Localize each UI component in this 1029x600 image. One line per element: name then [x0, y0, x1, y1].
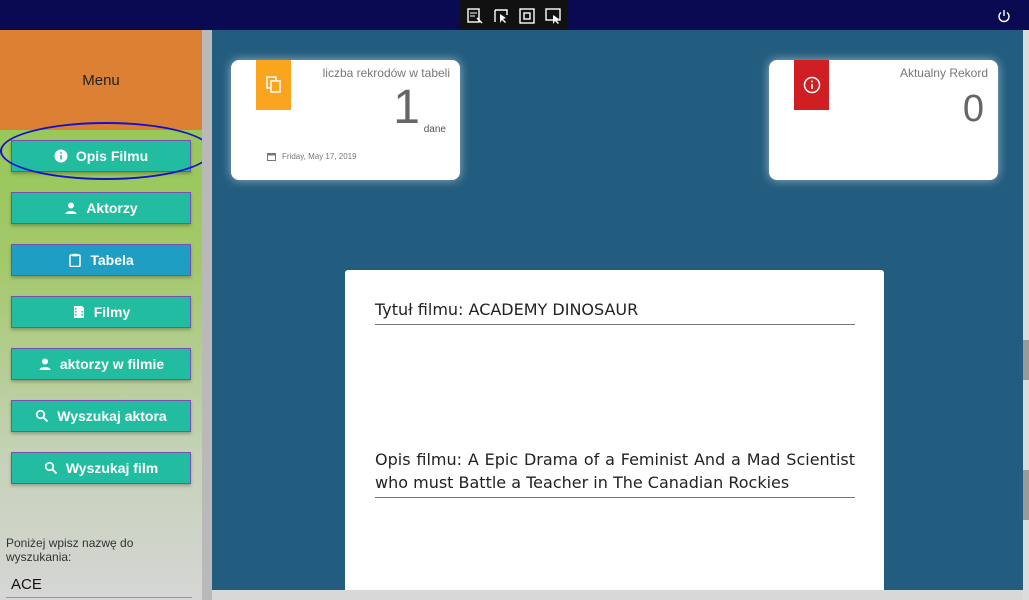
copy-icon [256, 60, 291, 110]
wyszukaj-aktora-label: Wyszukaj aktora [57, 408, 167, 424]
film-icon [73, 306, 84, 318]
aktorzy-button[interactable]: Aktorzy [11, 192, 191, 224]
film-description-field: Opis filmu: A Epic Drama of a Feminist A… [375, 448, 855, 498]
info-icon [794, 60, 829, 110]
clipboard-icon [69, 253, 82, 267]
date-text: Friday, May 17, 2019 [282, 152, 357, 161]
wyszukaj-aktora-button[interactable]: Wyszukaj aktora [11, 400, 191, 432]
person-icon [39, 358, 51, 370]
search-icon [36, 409, 49, 423]
opis-filmu-label: Opis Filmu [75, 148, 149, 164]
film-details-panel: Tytuł filmu: ACADEMY DINOSAUR Opis filmu… [345, 270, 884, 600]
pointer-select-icon[interactable] [491, 6, 511, 26]
search-input[interactable] [6, 572, 192, 598]
menu-title: Menu [82, 71, 120, 89]
horizontal-scrollbar[interactable] [212, 590, 1023, 600]
tabela-label: Tabela [90, 252, 134, 268]
record-count-value: 1 [393, 81, 420, 134]
select-window-icon[interactable] [465, 6, 485, 26]
scroll-marker [1023, 340, 1029, 380]
scroll-marker [1023, 470, 1029, 520]
sidebar: Menu Opis Filmu Aktorzy Tabela Filmy akt… [0, 30, 212, 600]
aktorzy-w-filmie-label: aktorzy w filmie [59, 356, 165, 372]
wyszukaj-film-label: Wyszukaj film [65, 460, 159, 476]
info-icon [54, 149, 68, 163]
power-icon[interactable] [997, 8, 1011, 23]
record-count-unit: dane [423, 124, 446, 135]
film-title-field: Tytuł filmu: ACADEMY DINOSAUR [375, 298, 855, 325]
sidebar-divider[interactable] [202, 30, 212, 600]
tabela-button[interactable]: Tabela [11, 244, 191, 276]
aktorzy-w-filmie-button[interactable]: aktorzy w filmie [11, 348, 191, 380]
current-record-card: Aktualny Rekord 0 [769, 60, 998, 180]
current-record-value: 0 [962, 88, 984, 130]
fullscreen-select-icon[interactable] [543, 6, 563, 26]
record-count-card: liczba rekrodów w tabeli 1 dane Friday, … [231, 60, 460, 180]
vertical-scrollbar[interactable] [1023, 30, 1029, 600]
date-row: Friday, May 17, 2019 [267, 152, 357, 161]
filmy-button[interactable]: Filmy [11, 296, 191, 328]
wyszukaj-film-button[interactable]: Wyszukaj film [11, 452, 191, 484]
record-count-label: liczba rekrodów w tabeli [322, 66, 450, 80]
opis-filmu-button[interactable]: Opis Filmu [11, 140, 191, 172]
main-content: liczba rekrodów w tabeli 1 dane Friday, … [212, 30, 1023, 600]
aktorzy-label: Aktorzy [86, 200, 138, 216]
person-icon [65, 202, 77, 214]
current-record-label: Aktualny Rekord [899, 66, 988, 80]
calendar-icon [267, 153, 276, 161]
search-label: Poniżej wpisz nazwę do wyszukania: [6, 536, 134, 564]
rectangle-select-icon[interactable] [517, 6, 537, 26]
filmy-label: Filmy [93, 304, 131, 320]
menu-header: Menu [0, 30, 202, 130]
search-icon [44, 461, 57, 475]
